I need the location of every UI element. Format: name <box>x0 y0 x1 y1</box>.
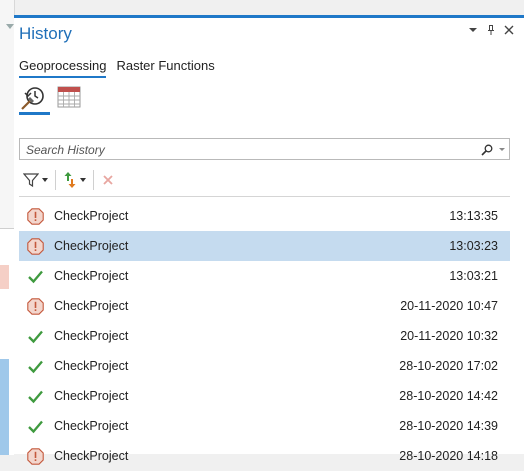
pin-icon[interactable] <box>486 24 496 36</box>
sort-button[interactable] <box>59 169 90 191</box>
search-input[interactable] <box>24 142 468 158</box>
toolbar-divider <box>93 170 94 190</box>
history-item-time: 28-10-2020 14:18 <box>399 449 498 463</box>
search-icon[interactable] <box>481 143 493 161</box>
history-item[interactable]: CheckProject 28-10-2020 14:18 <box>19 441 510 471</box>
view-switcher <box>19 84 84 115</box>
warning-icon <box>27 208 44 225</box>
checkmark-icon <box>27 268 44 285</box>
checkmark-icon <box>27 358 44 375</box>
history-item[interactable]: CheckProject 20-11-2020 10:32 <box>19 321 510 351</box>
background-highlight <box>0 359 9 455</box>
tab-bar: Geoprocessing Raster Functions <box>19 58 215 78</box>
history-item-time: 13:13:35 <box>449 209 498 223</box>
history-item-time: 20-11-2020 10:47 <box>400 299 498 313</box>
history-item-name: CheckProject <box>54 209 129 223</box>
tab-geoprocessing[interactable]: Geoprocessing <box>19 58 107 78</box>
checkmark-icon <box>27 328 44 345</box>
history-item-name: CheckProject <box>54 419 129 433</box>
warning-icon <box>27 238 44 255</box>
history-item[interactable]: CheckProject 13:03:23 <box>19 231 510 261</box>
search-box <box>19 138 510 160</box>
chevron-down-icon <box>80 178 86 182</box>
history-item[interactable]: CheckProject 28-10-2020 17:02 <box>19 351 510 381</box>
filter-button[interactable] <box>19 169 52 191</box>
remove-button[interactable] <box>97 169 119 191</box>
history-item-time: 28-10-2020 17:02 <box>399 359 498 373</box>
background-highlight <box>0 265 9 289</box>
history-icon[interactable] <box>19 84 50 115</box>
toolbar-divider <box>55 170 56 190</box>
history-item-time: 20-11-2020 10:32 <box>400 329 498 343</box>
history-item-name: CheckProject <box>54 239 129 253</box>
history-item-name: CheckProject <box>54 299 129 313</box>
pane-title: History <box>19 24 72 43</box>
history-item[interactable]: CheckProject 28-10-2020 14:39 <box>19 411 510 441</box>
filter-icon <box>23 173 39 188</box>
pane-controls <box>468 24 514 36</box>
tab-raster-functions[interactable]: Raster Functions <box>116 58 214 78</box>
history-item-name: CheckProject <box>54 329 129 343</box>
checkmark-icon <box>27 388 44 405</box>
history-item-time: 13:03:23 <box>449 239 498 253</box>
calendar-icon[interactable] <box>56 84 84 112</box>
history-item[interactable]: CheckProject 28-10-2020 14:42 <box>19 381 510 411</box>
history-item-time: 28-10-2020 14:39 <box>399 419 498 433</box>
history-item[interactable]: CheckProject 13:03:21 <box>19 261 510 291</box>
chevron-down-icon <box>6 24 14 29</box>
background-app-panel <box>0 228 14 455</box>
remove-icon <box>103 175 113 185</box>
sort-icon <box>64 172 76 188</box>
history-item-time: 28-10-2020 14:42 <box>399 389 498 403</box>
history-item-time: 13:03:21 <box>449 269 498 283</box>
history-item-name: CheckProject <box>54 359 129 373</box>
history-pane: History Geoprocessing Raster Functions S… <box>14 15 524 465</box>
history-toolbar <box>19 168 119 192</box>
divider <box>19 196 510 197</box>
history-item-name: CheckProject <box>54 449 129 463</box>
history-list: CheckProject 13:13:35 CheckProject 13:03:23… <box>19 201 510 471</box>
checkmark-icon <box>27 418 44 435</box>
history-item-name: CheckProject <box>54 269 129 283</box>
chevron-down-icon[interactable] <box>499 148 505 151</box>
warning-icon <box>27 298 44 315</box>
history-item-name: CheckProject <box>54 389 129 403</box>
history-item[interactable]: CheckProject 13:13:35 <box>19 201 510 231</box>
history-item[interactable]: CheckProject 20-11-2020 10:47 <box>19 291 510 321</box>
close-icon[interactable] <box>504 24 514 36</box>
chevron-down-icon[interactable] <box>468 24 478 36</box>
chevron-down-icon <box>42 178 48 182</box>
warning-icon <box>27 448 44 465</box>
